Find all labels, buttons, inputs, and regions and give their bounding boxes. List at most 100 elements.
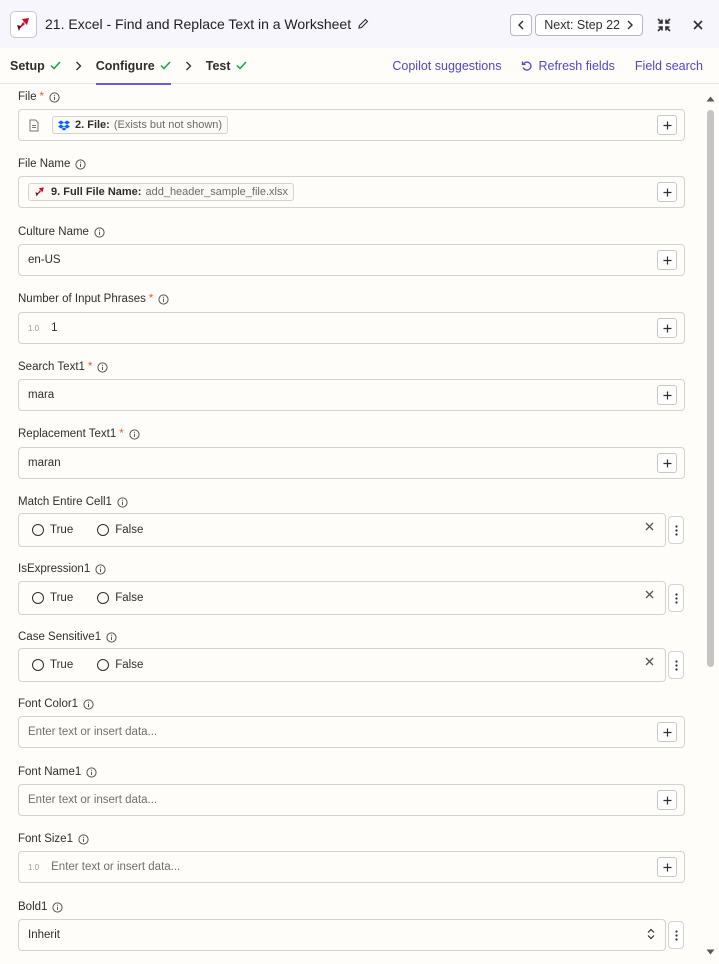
tab-setup[interactable]: Setup (10, 48, 61, 84)
file-field-label: File * (18, 91, 60, 103)
radio-false[interactable]: False (93, 659, 143, 671)
app-logo-icon (35, 187, 44, 197)
insert-data-button[interactable] (657, 722, 677, 742)
field-label-text: Font Size1 (18, 833, 73, 845)
info-icon[interactable] (75, 158, 87, 170)
is-expression1-field-label: IsExpression1 (18, 563, 106, 575)
plus-icon (663, 324, 671, 332)
radio-circle (97, 659, 110, 671)
field-label-text: Replacement Text1 (18, 428, 117, 440)
info-icon[interactable] (86, 766, 97, 778)
field-search-link[interactable]: Field search (635, 59, 703, 73)
info-icon[interactable] (117, 496, 128, 508)
edit-title-icon[interactable] (357, 18, 369, 30)
info-icon[interactable] (158, 293, 169, 305)
field-value: en-US (28, 254, 61, 266)
scroll-down-icon[interactable] (706, 942, 715, 960)
tab-test[interactable]: Test (206, 48, 247, 84)
info-icon[interactable] (97, 361, 109, 373)
plus-icon (663, 188, 671, 196)
info-icon[interactable] (106, 631, 117, 643)
bold1-select[interactable]: Inherit (18, 919, 666, 951)
search-text1-field-label: Search Text1 * (18, 361, 109, 373)
vertical-scrollbar[interactable] (703, 85, 717, 964)
mapped-data-pill[interactable]: 2. File: (Exists but not shown) (52, 116, 229, 134)
info-icon[interactable] (95, 563, 106, 575)
radio-false[interactable]: False (93, 524, 143, 536)
clear-icon[interactable] (645, 590, 654, 599)
replacement-text1-field-label: Replacement Text1 * (18, 428, 140, 440)
info-icon[interactable] (78, 833, 89, 845)
tab-configure[interactable]: Configure (95, 48, 171, 85)
font-size1-field[interactable]: 1.0 Enter text or insert data... (18, 851, 685, 883)
field-label-text: Bold1 (18, 901, 48, 913)
insert-data-button[interactable] (657, 453, 677, 473)
copilot-suggestions-link[interactable]: Copilot suggestions (392, 59, 501, 73)
field-value: mara (28, 389, 55, 401)
file-name-field[interactable]: 9. Full File Name: add_header_sample_fil… (18, 176, 685, 208)
radio-true[interactable]: True (28, 659, 73, 671)
file-field[interactable]: 2. File: (Exists but not shown) (18, 109, 685, 141)
field-label-text: IsExpression1 (18, 563, 91, 575)
case-sensitive1-field: True False (18, 648, 666, 682)
collapse-button[interactable] (651, 12, 677, 38)
mapped-data-pill[interactable]: 9. Full File Name: add_header_sample_fil… (28, 183, 294, 201)
number-type-icon: 1.0 (28, 323, 40, 333)
clear-icon[interactable] (645, 522, 654, 531)
insert-data-button[interactable] (657, 318, 677, 338)
info-icon[interactable] (94, 226, 105, 238)
required-marker: * (87, 361, 93, 373)
font-name1-field[interactable]: Enter text or insert data... (18, 784, 685, 816)
kebab-icon (674, 929, 678, 941)
num-input-phrases-field[interactable]: 1.0 1 (18, 312, 685, 344)
pill-step: 9. Full File Name: (51, 186, 142, 198)
insert-data-button[interactable] (657, 115, 677, 135)
replacement-text1-field[interactable]: maran (18, 447, 685, 479)
info-icon[interactable] (49, 91, 60, 103)
insert-data-button[interactable] (657, 857, 677, 877)
insert-data-button[interactable] (657, 182, 677, 202)
scrollbar-thumb[interactable] (707, 110, 714, 667)
radio-label: True (50, 592, 74, 604)
scroll-up-icon[interactable] (706, 89, 715, 107)
insert-data-button[interactable] (657, 385, 677, 405)
refresh-fields-link[interactable]: Refresh fields (521, 59, 615, 73)
clear-icon[interactable] (645, 657, 654, 666)
more-options-button[interactable] (668, 921, 684, 949)
kebab-icon (674, 524, 678, 536)
document-icon (29, 119, 39, 131)
culture-name-field-label: Culture Name (18, 226, 105, 238)
plus-icon (663, 121, 671, 129)
previous-step-button[interactable] (510, 14, 533, 36)
font-color1-field[interactable]: Enter text or insert data... (18, 716, 685, 748)
radio-circle (32, 659, 44, 671)
info-icon[interactable] (83, 698, 94, 710)
match-entire-cell1-field: True False (18, 513, 666, 547)
search-text1-field[interactable]: mara (18, 379, 685, 411)
field-value: maran (28, 457, 61, 469)
kebab-icon (674, 592, 678, 604)
radio-circle (97, 592, 110, 604)
more-options-button[interactable] (668, 584, 684, 612)
culture-name-field[interactable]: en-US (18, 244, 685, 276)
radio-false[interactable]: False (93, 592, 143, 604)
step-title: 21. Excel - Find and Replace Text in a W… (45, 16, 352, 32)
info-icon[interactable] (129, 428, 140, 440)
check-icon (236, 61, 247, 70)
close-button[interactable] (685, 12, 711, 38)
is-expression1-field: True False (18, 581, 666, 615)
radio-true[interactable]: True (28, 524, 73, 536)
font-name1-field-label: Font Name1 (18, 766, 97, 778)
field-value: 1 (51, 322, 58, 334)
radio-true[interactable]: True (28, 592, 73, 604)
info-icon[interactable] (52, 901, 64, 913)
dropbox-icon (58, 120, 70, 131)
refresh-icon (522, 61, 533, 71)
check-icon (160, 61, 171, 70)
pill-value: add_header_sample_file.xlsx (145, 186, 288, 198)
next-step-button[interactable]: Next: Step 22 (535, 14, 643, 36)
more-options-button[interactable] (668, 651, 684, 679)
more-options-button[interactable] (668, 516, 684, 544)
insert-data-button[interactable] (657, 790, 677, 810)
insert-data-button[interactable] (657, 250, 677, 270)
